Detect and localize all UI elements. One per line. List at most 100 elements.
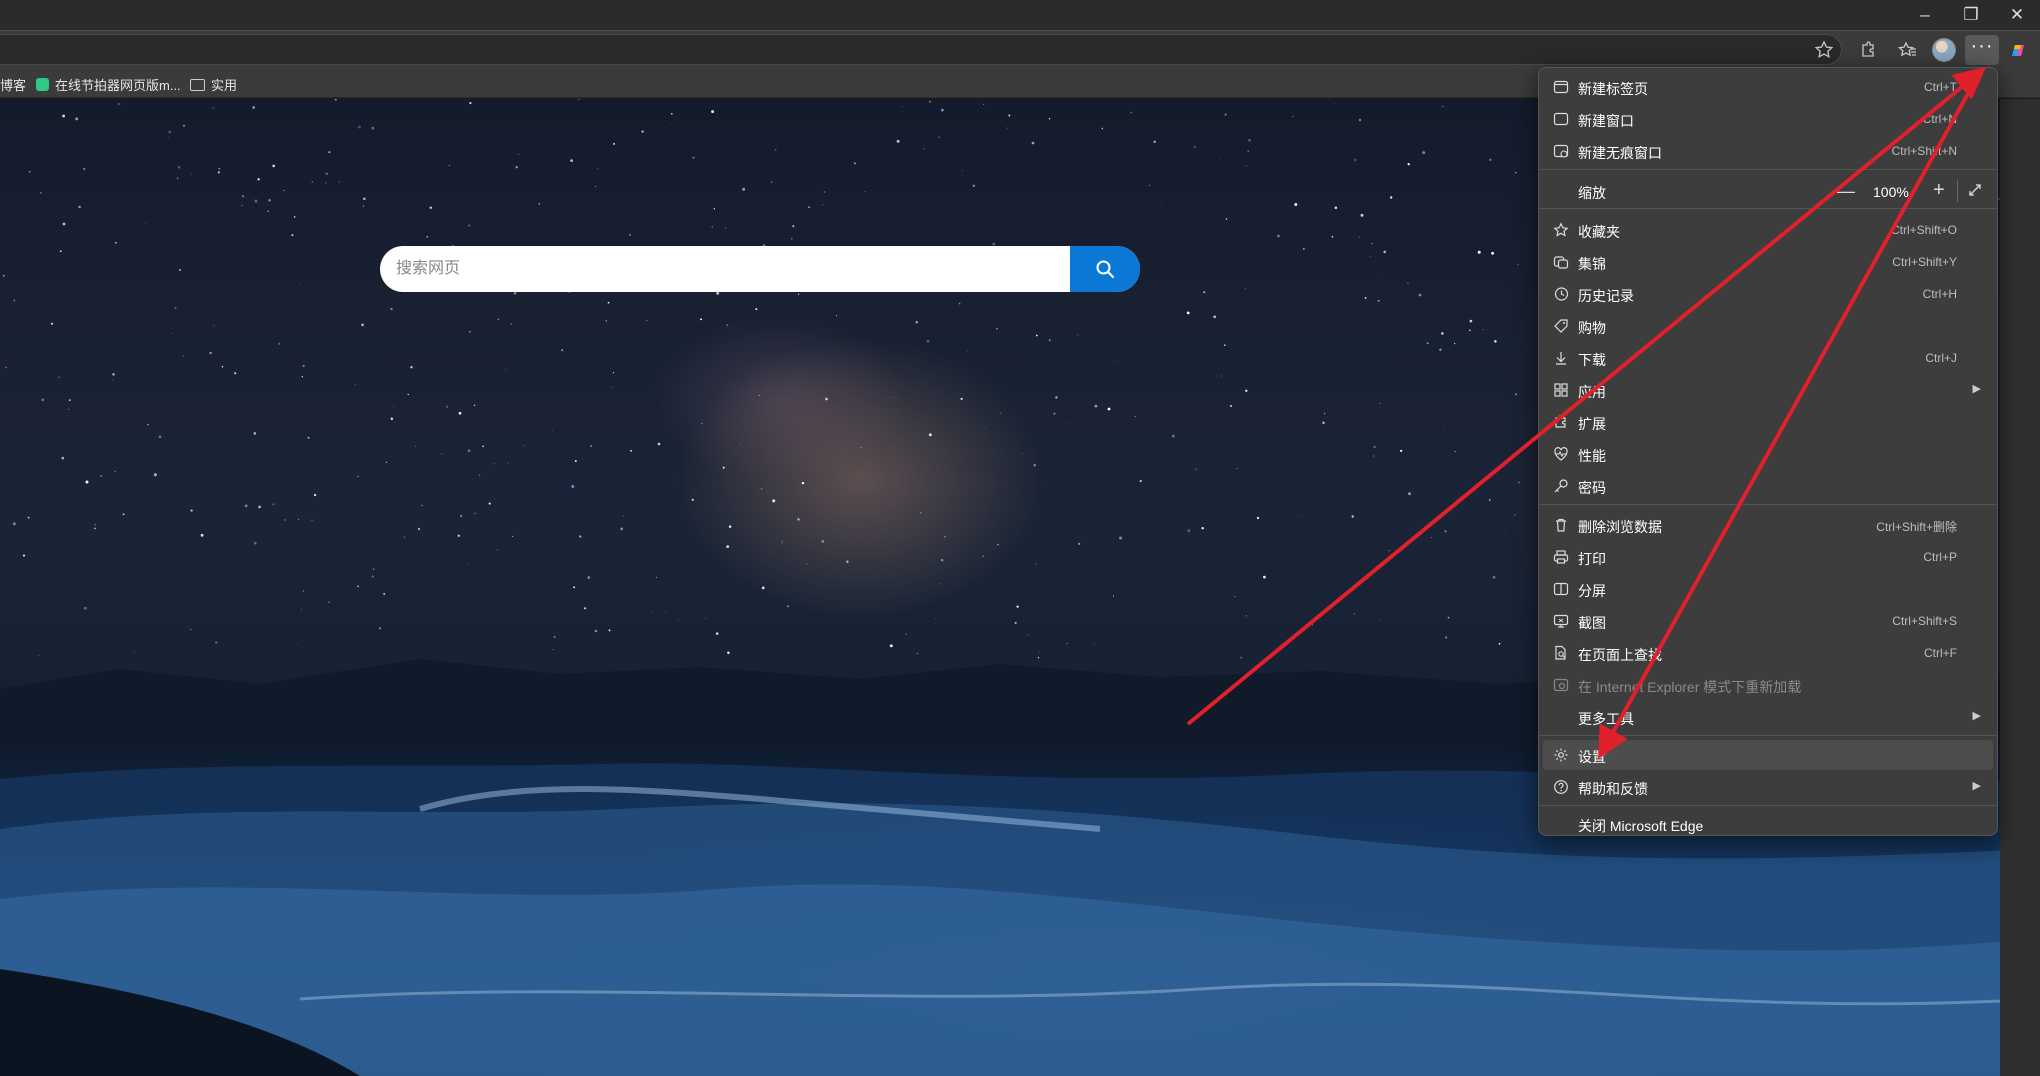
menu-item-print[interactable]: 打印 Ctrl+P bbox=[1543, 542, 1993, 572]
more-options-icon[interactable]: ··· bbox=[1965, 35, 1999, 65]
star-dot bbox=[217, 171, 221, 174]
address-bar[interactable] bbox=[0, 34, 1842, 65]
star-dot bbox=[457, 534, 460, 537]
star-dot bbox=[468, 563, 470, 565]
star-dot bbox=[298, 518, 300, 520]
inprivate-window-icon bbox=[1553, 143, 1569, 159]
star-dot bbox=[1007, 127, 1009, 129]
star-dot bbox=[1048, 117, 1051, 120]
zoom-in-button[interactable]: + bbox=[1933, 179, 1945, 202]
menu-item-collections[interactable]: 集锦 Ctrl+Shift+Y bbox=[1543, 247, 1993, 277]
favorite-star-icon[interactable] bbox=[1810, 36, 1838, 64]
menu-item-clear-browsing-data[interactable]: 删除浏览数据 Ctrl+Shift+删除 bbox=[1543, 510, 1993, 540]
menu-item-more-tools[interactable]: 更多工具 ▶ bbox=[1543, 702, 1993, 732]
star-dot bbox=[1022, 452, 1024, 454]
menu-item-new-tab[interactable]: 新建标签页 Ctrl+T bbox=[1543, 72, 1993, 102]
menu-item-favorites[interactable]: 收藏夹 Ctrl+Shift+O bbox=[1543, 215, 1993, 245]
web-search-box bbox=[380, 246, 1140, 292]
star-dot bbox=[22, 554, 26, 557]
star-dot bbox=[896, 139, 900, 143]
star-dot bbox=[670, 112, 673, 115]
menu-item-history[interactable]: 历史记录 Ctrl+H bbox=[1543, 279, 1993, 309]
delete-trash-icon bbox=[1553, 517, 1569, 533]
fullscreen-icon[interactable] bbox=[1967, 182, 1983, 198]
menu-item-ie-mode-reload: 在 Internet Explorer 模式下重新加载 bbox=[1543, 670, 1993, 700]
star-dot bbox=[1422, 151, 1426, 155]
star-dot bbox=[446, 405, 449, 408]
star-dot bbox=[114, 241, 117, 244]
menu-item-apps[interactable]: 应用 ▶ bbox=[1543, 375, 1993, 405]
bookmark-item[interactable]: 博客 bbox=[0, 75, 26, 94]
star-dot bbox=[774, 148, 777, 151]
star-dot bbox=[1076, 334, 1078, 336]
star-dot bbox=[742, 187, 746, 191]
star-dot bbox=[479, 474, 481, 476]
star-dot bbox=[1441, 332, 1444, 335]
restore-button[interactable]: ❐ bbox=[1948, 0, 1994, 30]
menu-item-find-on-page[interactable]: 在页面上查找 Ctrl+F bbox=[1543, 638, 1993, 668]
menu-separator bbox=[1539, 735, 1997, 736]
menu-item-new-window[interactable]: 新建窗口 Ctrl+N bbox=[1543, 104, 1993, 134]
star-dot bbox=[253, 432, 257, 435]
menu-item-new-inprivate-window[interactable]: 新建无痕窗口 Ctrl+Shift+N bbox=[1543, 136, 1993, 166]
star-dot bbox=[371, 126, 375, 130]
star-dot bbox=[299, 282, 301, 284]
menu-item-performance[interactable]: 性能 bbox=[1543, 439, 1993, 469]
minimize-button[interactable]: – bbox=[1902, 0, 1948, 30]
star-dot bbox=[966, 351, 968, 353]
menu-item-shopping[interactable]: 购物 bbox=[1543, 311, 1993, 341]
star-dot bbox=[579, 535, 582, 538]
star-dot bbox=[808, 206, 810, 209]
close-window-button[interactable]: ✕ bbox=[1994, 0, 2040, 30]
menu-item-split-screen[interactable]: 分屏 bbox=[1543, 574, 1993, 604]
star-dot bbox=[1225, 218, 1228, 220]
favorites-icon bbox=[1553, 222, 1569, 238]
favorites-icon[interactable] bbox=[1894, 36, 1922, 64]
menu-item-settings[interactable]: 设置 bbox=[1543, 740, 1993, 770]
bookmark-folder[interactable]: 实用 bbox=[190, 75, 237, 94]
star-dot bbox=[1063, 223, 1065, 225]
profile-avatar[interactable] bbox=[1930, 36, 1958, 64]
menu-item-screenshot[interactable]: 截图 Ctrl+Shift+S bbox=[1543, 606, 1993, 636]
star-dot bbox=[760, 488, 763, 490]
extensions-icon[interactable] bbox=[1854, 36, 1882, 64]
star-dot bbox=[252, 106, 255, 109]
star-dot bbox=[717, 294, 718, 296]
star-dot bbox=[1247, 150, 1250, 153]
star-dot bbox=[1112, 595, 1115, 597]
star-dot bbox=[1236, 468, 1238, 470]
star-dot bbox=[385, 461, 388, 463]
star-dot bbox=[571, 485, 575, 488]
star-dot bbox=[302, 364, 305, 367]
copilot-icon[interactable] bbox=[2004, 36, 2032, 64]
star-dot bbox=[158, 435, 162, 439]
search-button[interactable] bbox=[1070, 246, 1140, 292]
zoom-out-button[interactable]: — bbox=[1837, 181, 1855, 202]
menu-item-downloads[interactable]: 下载 Ctrl+J bbox=[1543, 343, 1993, 373]
star-dot bbox=[1334, 102, 1336, 104]
menu-item-passwords[interactable]: 密码 bbox=[1543, 471, 1993, 501]
star-dot bbox=[1234, 596, 1236, 598]
star-dot bbox=[1477, 250, 1481, 254]
zoom-divider bbox=[1957, 180, 1958, 202]
star-dot bbox=[538, 202, 541, 205]
search-icon bbox=[1096, 260, 1115, 279]
star-dot bbox=[1517, 263, 1519, 266]
star-dot bbox=[1515, 393, 1518, 396]
star-dot bbox=[801, 481, 805, 485]
menu-item-close-edge[interactable]: 关闭 Microsoft Edge bbox=[1543, 809, 1993, 839]
star-dot bbox=[1518, 481, 1520, 484]
star-dot bbox=[1031, 141, 1035, 145]
menu-item-help-feedback[interactable]: 帮助和反馈 ▶ bbox=[1543, 772, 1993, 802]
bookmark-item[interactable]: 在线节拍器网页版m... bbox=[36, 75, 181, 94]
star-dot bbox=[325, 182, 327, 184]
menu-item-extensions[interactable]: 扩展 bbox=[1543, 407, 1993, 437]
menu-item-label: 缩放 bbox=[1578, 185, 1606, 201]
star-dot bbox=[822, 204, 824, 206]
password-key-icon bbox=[1553, 478, 1569, 494]
star-dot bbox=[168, 136, 170, 138]
menu-item-label: 购物 bbox=[1578, 320, 1606, 336]
star-dot bbox=[1380, 618, 1382, 620]
star-dot bbox=[611, 386, 613, 388]
search-input[interactable] bbox=[396, 246, 1076, 292]
